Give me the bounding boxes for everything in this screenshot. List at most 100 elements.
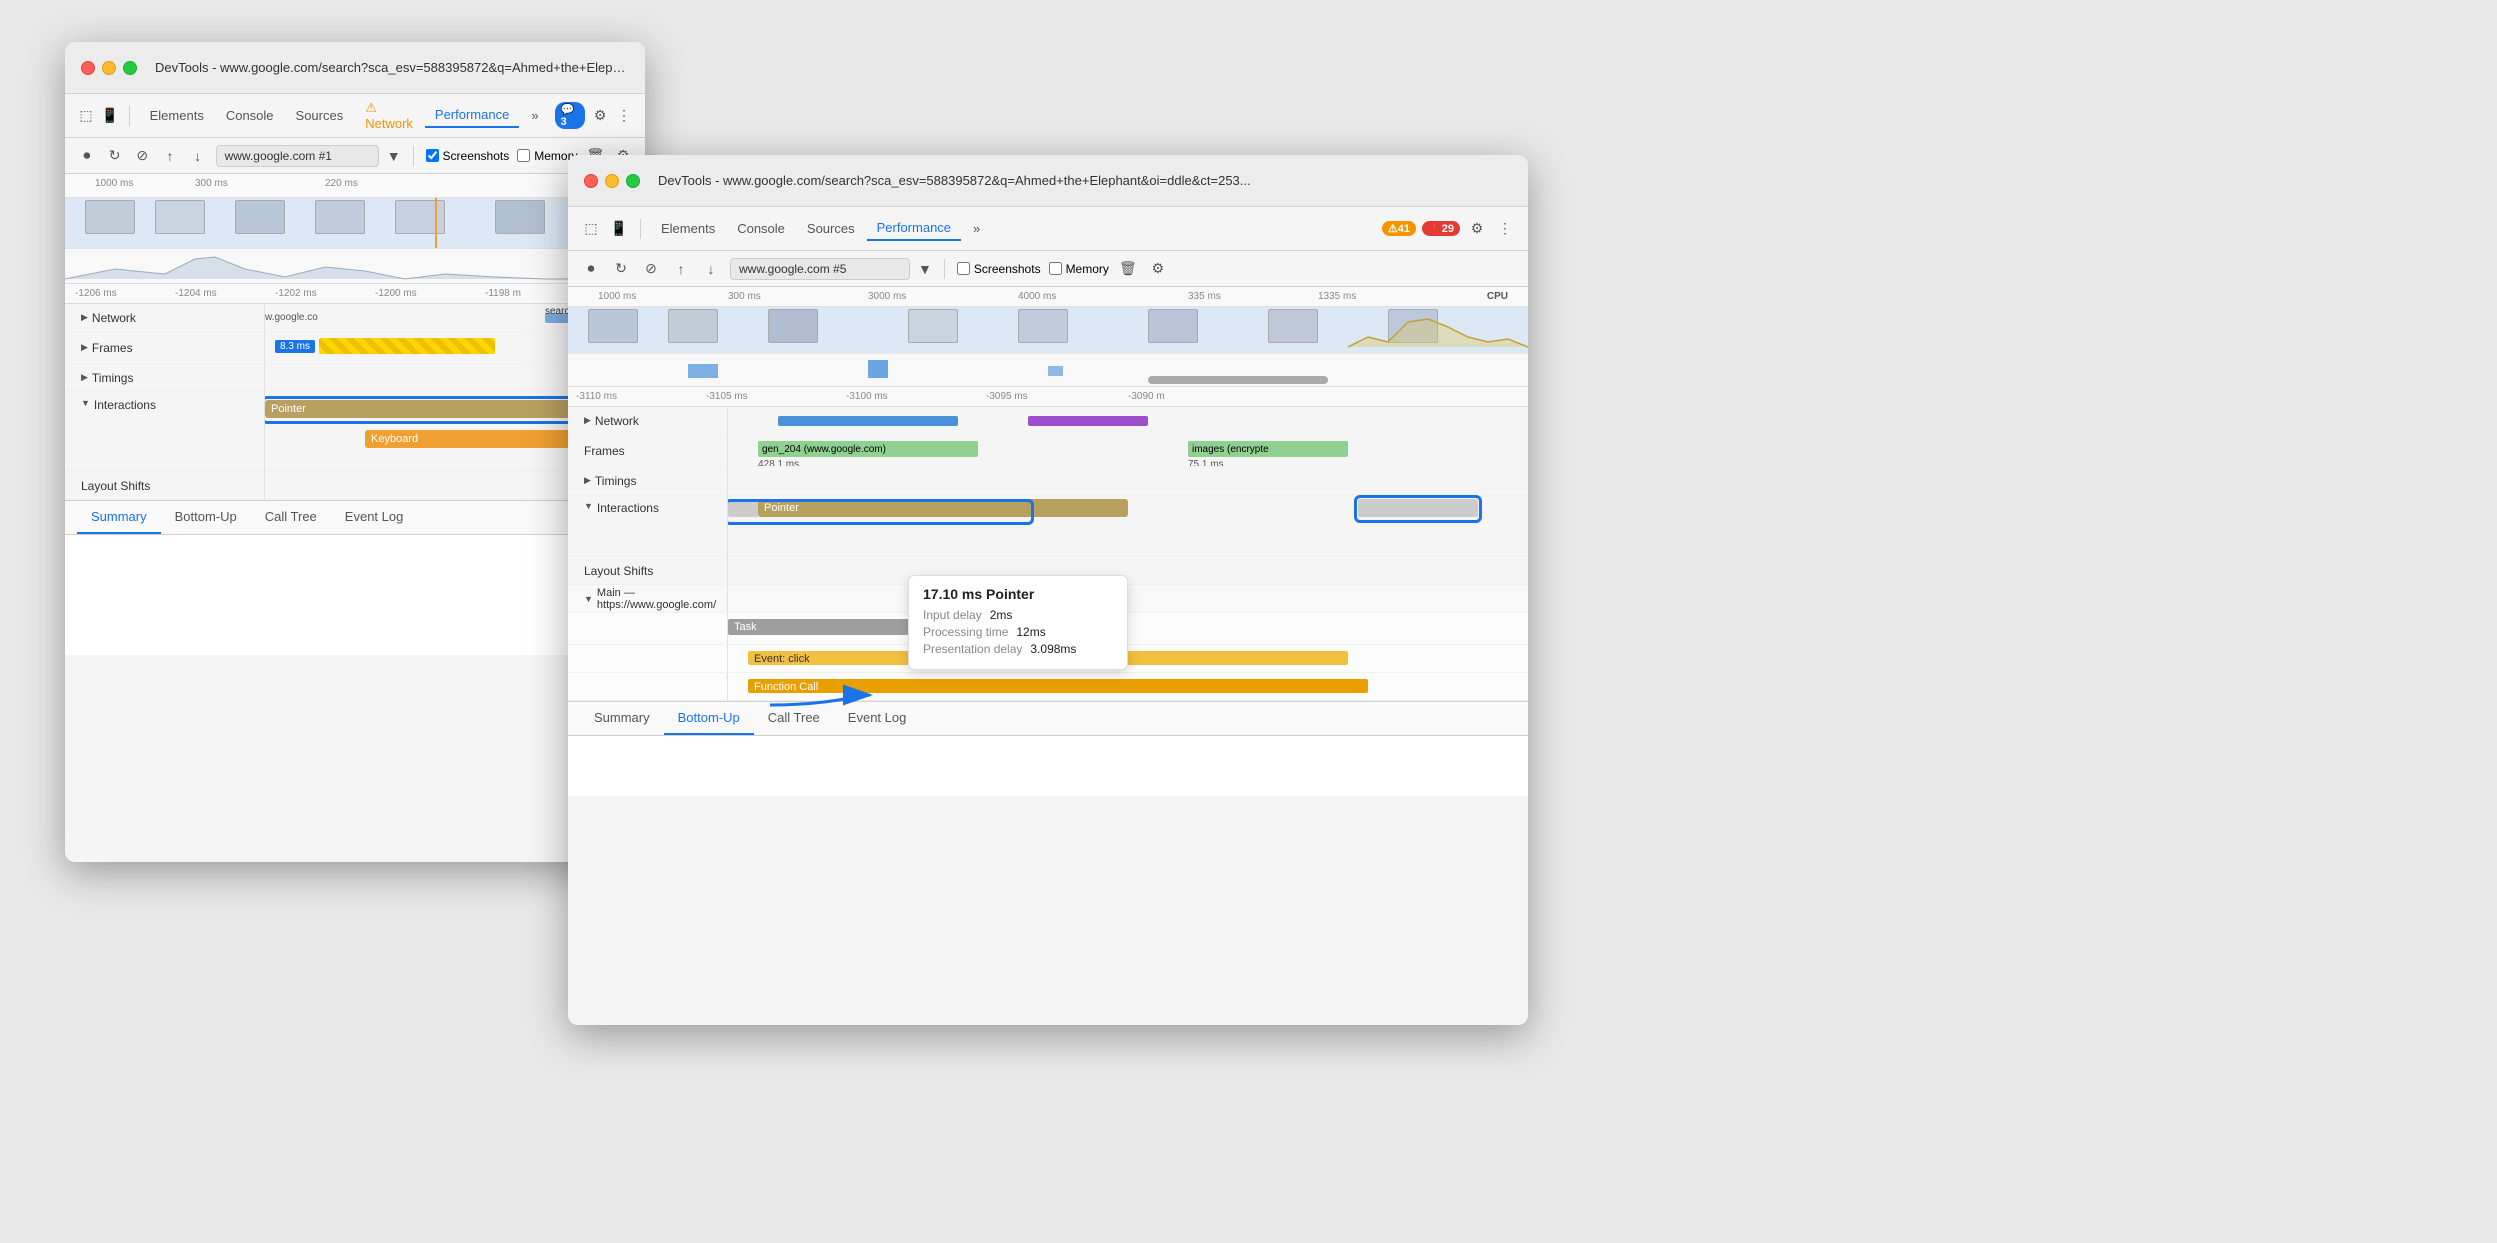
ruler-tick-1204: -1204 ms bbox=[175, 288, 217, 299]
minimize-button-2[interactable] bbox=[605, 174, 619, 188]
expand-interactions-2[interactable]: ▼ bbox=[584, 501, 593, 511]
reload-icon-2[interactable]: ↻ bbox=[610, 258, 632, 280]
more-icon-1[interactable]: ⋮ bbox=[615, 105, 633, 127]
tab-eventlog-1[interactable]: Event Log bbox=[331, 501, 418, 534]
expand-interactions-1[interactable]: ▼ bbox=[81, 398, 90, 408]
track-label-task-2 bbox=[568, 613, 728, 644]
memory-checkbox-1[interactable] bbox=[517, 149, 530, 162]
upload-icon-1[interactable]: ↑ bbox=[160, 145, 180, 167]
maximize-button-2[interactable] bbox=[626, 174, 640, 188]
net-graph-2 bbox=[568, 354, 1528, 387]
screenshot-thumb-2-1 bbox=[588, 309, 638, 343]
tab-sources-1[interactable]: Sources bbox=[286, 104, 354, 127]
address-input-1[interactable]: www.google.com #1 bbox=[216, 145, 379, 167]
settings2-icon-2[interactable]: ⚙ bbox=[1147, 258, 1169, 280]
screenshots-checkbox-1[interactable] bbox=[426, 149, 439, 162]
settings-icon-1[interactable]: ⚙ bbox=[591, 105, 609, 127]
tracks-2: ▶ Network Frames gen_204 (www.google.com… bbox=[568, 407, 1528, 701]
expand-timings-2[interactable]: ▶ bbox=[584, 475, 591, 486]
download-icon-2[interactable]: ↓ bbox=[700, 258, 722, 280]
screenshot-thumb-2-5 bbox=[1018, 309, 1068, 343]
pointer-bar-1[interactable]: Pointer bbox=[265, 400, 605, 418]
reload-icon-1[interactable]: ↻ bbox=[105, 145, 125, 167]
tab-bottomup-1[interactable]: Bottom-Up bbox=[161, 501, 251, 534]
download-icon-1[interactable]: ↓ bbox=[188, 145, 208, 167]
devtools-window-2: DevTools - www.google.com/search?sca_esv… bbox=[568, 155, 1528, 1025]
close-button-2[interactable] bbox=[584, 174, 598, 188]
screenshots-check-1[interactable]: Screenshots bbox=[426, 149, 510, 163]
screenshots-check-2[interactable]: Screenshots bbox=[957, 262, 1041, 276]
tab-calltree-1[interactable]: Call Tree bbox=[251, 501, 331, 534]
inspect-icon-2[interactable]: ⬚ bbox=[580, 218, 602, 240]
cpu-graph-2 bbox=[1348, 307, 1528, 353]
mobile-icon[interactable]: 📱 bbox=[101, 105, 119, 127]
track-label-frames-1: ▶ Frames bbox=[65, 332, 265, 363]
address-dropdown-1[interactable]: ▼ bbox=[387, 148, 401, 164]
screenshot-thumb-4 bbox=[315, 200, 365, 234]
address-dropdown-2[interactable]: ▼ bbox=[918, 261, 932, 277]
track-timings-1: ▶ Timings bbox=[65, 364, 645, 392]
tab-summary-2[interactable]: Summary bbox=[580, 702, 664, 735]
tab-more-2[interactable]: » bbox=[963, 217, 990, 240]
settings-icon-2[interactable]: ⚙ bbox=[1466, 218, 1488, 240]
scroll-handle-2[interactable] bbox=[1148, 376, 1328, 384]
minimize-button-1[interactable] bbox=[102, 61, 116, 75]
expand-network-1[interactable]: ▶ bbox=[81, 312, 88, 323]
tab-console-1[interactable]: Console bbox=[216, 104, 284, 127]
tab-eventlog-2[interactable]: Event Log bbox=[834, 702, 921, 735]
address-input-2[interactable]: www.google.com #5 bbox=[730, 258, 910, 280]
screenshots-checkbox-2[interactable] bbox=[957, 262, 970, 275]
track-timings-2: ▶ Timings bbox=[568, 467, 1528, 495]
upload-icon-2[interactable]: ↑ bbox=[670, 258, 692, 280]
expand-frames-1[interactable]: ▶ bbox=[81, 342, 88, 353]
tab-sources-2[interactable]: Sources bbox=[797, 217, 865, 240]
track-content-layout-shifts-2 bbox=[728, 557, 1528, 584]
tick-220: 220 ms bbox=[325, 178, 358, 189]
clear-icon-2[interactable]: ⊘ bbox=[640, 258, 662, 280]
memory-check-2[interactable]: Memory bbox=[1049, 262, 1109, 276]
tab-console-2[interactable]: Console bbox=[727, 217, 795, 240]
badge-chat-1: 💬 3 bbox=[555, 102, 586, 129]
track-content-frames-2: gen_204 (www.google.com) 428.1 ms images… bbox=[728, 435, 1528, 466]
tab-network-1[interactable]: ⚠ Network bbox=[355, 96, 423, 135]
track-frames-1: ▶ Frames 8.3 ms bbox=[65, 332, 645, 364]
memory-checkbox-2[interactable] bbox=[1049, 262, 1062, 275]
tab-toolbar-1: ⬚ 📱 Elements Console Sources ⚠ Network P… bbox=[65, 94, 645, 138]
track-label-network-2: ▶ Network bbox=[568, 407, 728, 434]
tab-performance-2[interactable]: Performance bbox=[867, 216, 961, 241]
track-label-frames-2: Frames bbox=[568, 435, 728, 466]
tab-elements-1[interactable]: Elements bbox=[140, 104, 214, 127]
tab-summary-1[interactable]: Summary bbox=[77, 501, 161, 534]
clear-icon-1[interactable]: ⊘ bbox=[132, 145, 152, 167]
inspect-icon[interactable]: ⬚ bbox=[77, 105, 95, 127]
bottom-content-2 bbox=[568, 736, 1528, 796]
screenshot-thumb-1 bbox=[85, 200, 135, 234]
ruler-335ms: 335 ms bbox=[1188, 291, 1221, 302]
record-icon-1[interactable]: ⏺ bbox=[77, 145, 97, 167]
screenshot-thumb-2-3 bbox=[768, 309, 818, 343]
trash-icon-2[interactable]: 🗑 bbox=[1117, 258, 1139, 280]
close-button-1[interactable] bbox=[81, 61, 95, 75]
track-label-layout-shifts-1: Layout Shifts bbox=[65, 472, 265, 499]
tab-list-1: Elements Console Sources ⚠ Network Perfo… bbox=[140, 96, 549, 135]
pointer-left-stub bbox=[728, 499, 758, 517]
track-label-main-2: ▼ Main — https://www.google.com/ bbox=[568, 585, 728, 612]
expand-network-2[interactable]: ▶ bbox=[584, 415, 591, 426]
more-icon-2[interactable]: ⋮ bbox=[1494, 218, 1516, 240]
window-title-1: DevTools - www.google.com/search?sca_esv… bbox=[155, 60, 629, 75]
track-label-interactions-1: ▼ Interactions bbox=[65, 392, 265, 472]
tab-performance-1[interactable]: Performance bbox=[425, 103, 519, 128]
tab-more-1[interactable]: » bbox=[521, 104, 548, 127]
tab-calltree-2[interactable]: Call Tree bbox=[754, 702, 834, 735]
mobile-icon-2[interactable]: 📱 bbox=[608, 218, 630, 240]
tab-elements-2[interactable]: Elements bbox=[651, 217, 725, 240]
record-icon-2[interactable]: ⏺ bbox=[580, 258, 602, 280]
expand-main-2[interactable]: ▼ bbox=[584, 594, 593, 604]
maximize-button-1[interactable] bbox=[123, 61, 137, 75]
tab-bottomup-2[interactable]: Bottom-Up bbox=[664, 702, 754, 735]
tab-toolbar-2: ⬚ 📱 Elements Console Sources Performance… bbox=[568, 207, 1528, 251]
track-content-event-click-2: Event: click bbox=[728, 645, 1528, 673]
pointer-bar-2[interactable]: Pointer bbox=[758, 499, 1128, 517]
expand-timings-1[interactable]: ▶ bbox=[81, 372, 88, 383]
traffic-lights-2 bbox=[584, 174, 640, 188]
